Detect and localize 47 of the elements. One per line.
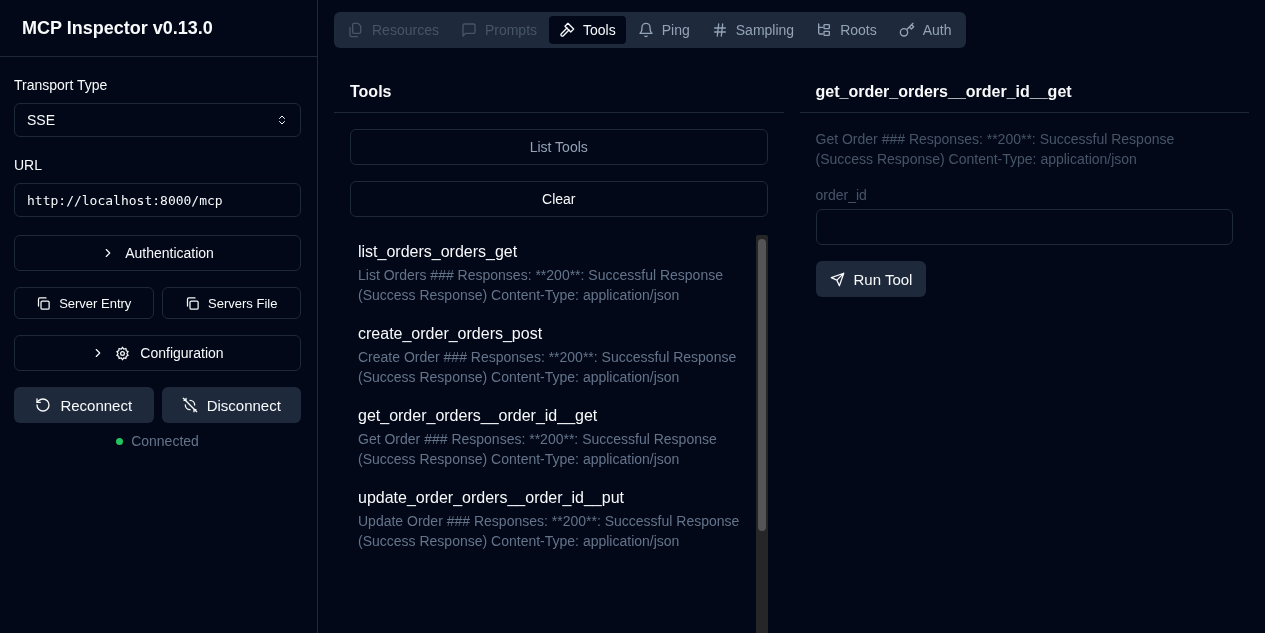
copy-button[interactable]: Servers File — [161, 287, 301, 319]
hash-icon — [711, 22, 728, 38]
authentication-button[interactable]: Authentication — [14, 235, 301, 271]
tool-name[interactable]: update_order_orders__order_id__put — [358, 489, 748, 507]
tool-name[interactable]: list_orders_orders_get — [358, 243, 748, 261]
hammer-icon — [559, 22, 576, 38]
tool-description: Create Order ### Responses: **200**: Successful Response (Success Response) Content-Type: application/json — [358, 348, 738, 387]
transport-type-label: Transport Type — [14, 77, 109, 93]
tab[interactable]: Tools — [549, 16, 626, 44]
tool-name[interactable]: create_order_orders_post — [358, 325, 748, 343]
scrollbar[interactable] — [755, 235, 768, 633]
copy-button[interactable]: Server Entry — [14, 287, 154, 319]
key-icon — [898, 22, 915, 38]
reconnect-button[interactable]: Reconnect — [14, 387, 154, 423]
tool-description: List Orders ### Responses: **200**: Successful Response (Success Response) Content-Type: application/json — [358, 266, 724, 305]
folder-tree-icon — [816, 22, 833, 38]
url-field[interactable]: http://localhost:8000/mcp — [14, 183, 301, 217]
field-label: order_id — [815, 187, 868, 203]
tab[interactable]: Ping — [627, 16, 700, 44]
settings-icon — [115, 345, 131, 361]
rotate-ccw-icon — [35, 397, 52, 413]
chevrons-up-down-icon — [276, 114, 288, 126]
disconnect-button[interactable]: Disconnect — [161, 387, 301, 423]
tool-description: Get Order ### Responses: **200**: Successful Response (Success Response) Content-Type: application/json — [815, 130, 1176, 169]
tab[interactable]: Roots — [806, 16, 887, 44]
transport-type-select[interactable]: SSE — [14, 103, 301, 137]
tab[interactable]: Sampling — [701, 16, 805, 44]
panel-title: Tools — [350, 83, 392, 101]
files-icon — [348, 22, 364, 38]
tool-name[interactable]: get_order_orders__order_id__get — [358, 407, 748, 425]
copy-icon — [36, 295, 52, 311]
send-icon — [829, 271, 845, 287]
run-tool-button[interactable]: Run Tool — [815, 261, 927, 297]
tool-title: get_order_orders__order_id__get — [815, 83, 1072, 101]
bell-icon — [637, 22, 654, 38]
clear-button[interactable]: Clear — [350, 181, 768, 217]
unplug-icon — [181, 397, 198, 413]
tool-description: Get Order ### Responses: **200**: Successful Response (Success Response) Content-Type: application/json — [358, 430, 718, 469]
tool-description: Update Order ### Responses: **200**: Successful Response (Success Response) Content-Type: application/json — [358, 512, 741, 551]
configuration-button[interactable]: Configuration — [14, 335, 301, 371]
tab[interactable]: Auth — [888, 16, 962, 44]
copy-icon — [185, 295, 201, 311]
connection-status: Connected — [131, 433, 199, 449]
app-title: MCP Inspector v0.13.0 — [22, 17, 213, 39]
order-id-field[interactable] — [815, 209, 1233, 245]
list-tools-button[interactable]: List Tools — [350, 129, 768, 165]
url-label: URL — [14, 157, 43, 173]
